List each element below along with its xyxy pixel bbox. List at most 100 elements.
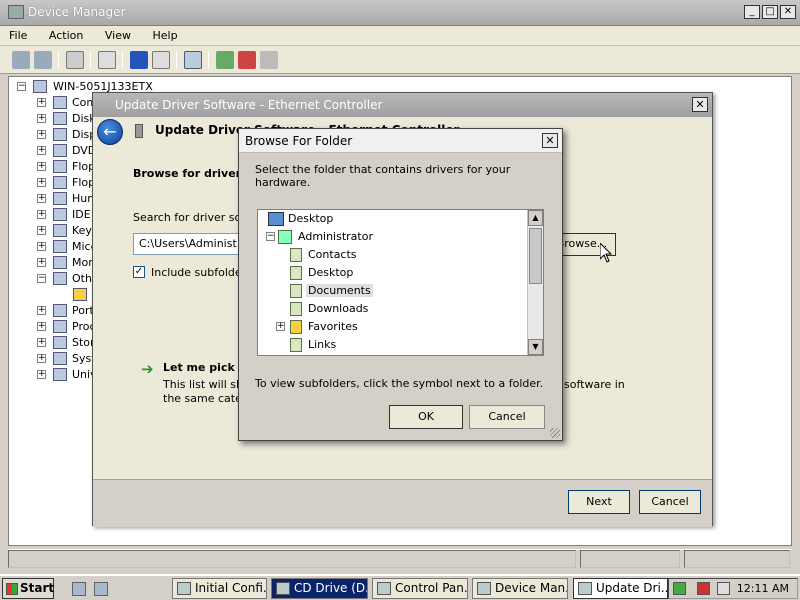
- include-subfolders-checkbox[interactable]: ✓: [133, 266, 145, 278]
- menu-help[interactable]: Help: [143, 26, 186, 45]
- forward-arrow-icon[interactable]: [34, 51, 52, 69]
- update-driver-icon[interactable]: [216, 51, 234, 69]
- subfolder-note: To view subfolders, click the symbol nex…: [255, 377, 544, 390]
- browse-close-button[interactable]: ✕: [542, 133, 558, 148]
- help-icon[interactable]: [130, 51, 148, 69]
- browse-titlebar[interactable]: Browse For Folder ✕: [239, 129, 562, 153]
- status-cell: [8, 550, 576, 568]
- back-arrow-icon[interactable]: [12, 51, 30, 69]
- expand-icon[interactable]: +: [37, 338, 46, 347]
- expand-icon[interactable]: +: [37, 322, 46, 331]
- volume-muted-icon[interactable]: [717, 582, 730, 595]
- device-category-icon: [53, 128, 67, 141]
- menu-file[interactable]: File: [0, 26, 36, 45]
- security-icon[interactable]: [673, 582, 686, 595]
- folder-label: Administrator: [298, 230, 373, 243]
- desktop-folder-icon: [290, 266, 302, 280]
- toolbar-separator: [176, 51, 177, 69]
- device-category-icon: [53, 240, 67, 253]
- disable-device-icon[interactable]: [260, 51, 278, 69]
- expand-icon[interactable]: +: [37, 178, 46, 187]
- scroll-down-arrow-icon[interactable]: ▼: [528, 339, 543, 355]
- minimize-button[interactable]: _: [744, 5, 760, 19]
- expand-icon[interactable]: +: [37, 354, 46, 363]
- toolbar-separator: [122, 51, 123, 69]
- device-category-icon: [53, 96, 67, 109]
- expand-icon[interactable]: +: [37, 146, 46, 155]
- taskbar-item-label: Control Pan...: [395, 581, 468, 595]
- browse-cancel-button[interactable]: Cancel: [469, 405, 545, 429]
- properties-icon[interactable]: [98, 51, 116, 69]
- window-title: Device Manager: [28, 5, 126, 19]
- tree-item-label: IDE: [72, 208, 91, 221]
- ok-button[interactable]: OK: [389, 405, 463, 429]
- device-category-icon: [53, 176, 67, 189]
- menu-view[interactable]: View: [96, 26, 140, 45]
- menu-action[interactable]: Action: [40, 26, 92, 45]
- next-button[interactable]: Next: [568, 490, 630, 514]
- close-button[interactable]: ✕: [780, 5, 796, 19]
- server-manager-icon[interactable]: [72, 582, 86, 596]
- wizard-title: Update Driver Software - Ethernet Contro…: [115, 98, 383, 112]
- folder-tree[interactable]: Desktop − Administrator Contacts Desktop…: [257, 209, 544, 356]
- view-icon[interactable]: [152, 51, 170, 69]
- device-manager-titlebar[interactable]: Device Manager _ □ ✕: [0, 0, 800, 26]
- pick-driver-link[interactable]: Let me pick fr: [163, 361, 249, 374]
- device-category-icon: [53, 144, 67, 157]
- expand-icon[interactable]: +: [37, 370, 46, 379]
- start-button[interactable]: Start: [2, 578, 54, 599]
- taskbar-item[interactable]: Initial Confi...: [172, 578, 267, 599]
- windows-logo-icon: [6, 583, 18, 595]
- folder-label: Favorites: [308, 320, 358, 333]
- device-category-icon: [53, 208, 67, 221]
- scan-hardware-icon[interactable]: [184, 51, 202, 69]
- scroll-up-arrow-icon[interactable]: ▲: [528, 210, 543, 226]
- expand-icon[interactable]: +: [37, 226, 46, 235]
- collapse-icon[interactable]: −: [17, 82, 26, 91]
- scroll-thumb[interactable]: [529, 228, 542, 284]
- resize-grip-icon[interactable]: [550, 428, 560, 438]
- folder-scrollbar[interactable]: ▲ ▼: [527, 210, 543, 355]
- expand-icon[interactable]: +: [276, 322, 285, 331]
- collapse-icon[interactable]: −: [37, 274, 46, 283]
- collapse-icon[interactable]: −: [266, 232, 275, 241]
- taskbar-item-active[interactable]: Update Dri...: [573, 578, 668, 599]
- expand-icon[interactable]: +: [37, 194, 46, 203]
- browse-instruction: Select the folder that contains drivers …: [255, 163, 511, 189]
- expand-icon[interactable]: +: [37, 258, 46, 267]
- device-category-icon: [53, 352, 67, 365]
- taskbar-item[interactable]: CD Drive (D...: [271, 578, 368, 599]
- wizard-close-button[interactable]: ✕: [692, 97, 708, 112]
- clock[interactable]: 12:11 AM: [737, 582, 789, 595]
- initial-config-icon: [177, 582, 191, 595]
- downloads-folder-icon: [290, 302, 302, 316]
- device-category-icon: [53, 112, 67, 125]
- device-manager-app-icon: [8, 5, 24, 19]
- expand-icon[interactable]: +: [37, 130, 46, 139]
- uninstall-icon[interactable]: [238, 51, 256, 69]
- show-hide-tree-icon[interactable]: [66, 51, 84, 69]
- expand-icon[interactable]: +: [37, 306, 46, 315]
- expand-icon[interactable]: +: [37, 242, 46, 251]
- green-arrow-icon: ➔: [141, 360, 154, 378]
- taskbar-item[interactable]: Device Man...: [472, 578, 568, 599]
- desktop-icon: [268, 212, 284, 226]
- cancel-button[interactable]: Cancel: [639, 490, 701, 514]
- expand-icon[interactable]: +: [37, 98, 46, 107]
- computer-icon: [33, 80, 47, 93]
- expand-icon[interactable]: +: [37, 114, 46, 123]
- toolbar: [0, 46, 800, 74]
- taskbar-item[interactable]: Control Pan...: [372, 578, 468, 599]
- toolbar-separator: [208, 51, 209, 69]
- cd-drive-icon: [276, 582, 290, 595]
- contacts-folder-icon: [290, 248, 302, 262]
- expand-icon[interactable]: +: [37, 210, 46, 219]
- maximize-button[interactable]: □: [762, 5, 778, 19]
- wizard-footer: Next Cancel: [93, 479, 712, 527]
- wizard-titlebar[interactable]: Update Driver Software - Ethernet Contro…: [93, 93, 712, 117]
- show-desktop-icon[interactable]: [94, 582, 108, 596]
- links-folder-icon: [290, 338, 302, 352]
- expand-icon[interactable]: +: [37, 162, 46, 171]
- back-arrow-icon[interactable]: ←: [97, 119, 123, 145]
- network-warning-icon[interactable]: [697, 582, 710, 595]
